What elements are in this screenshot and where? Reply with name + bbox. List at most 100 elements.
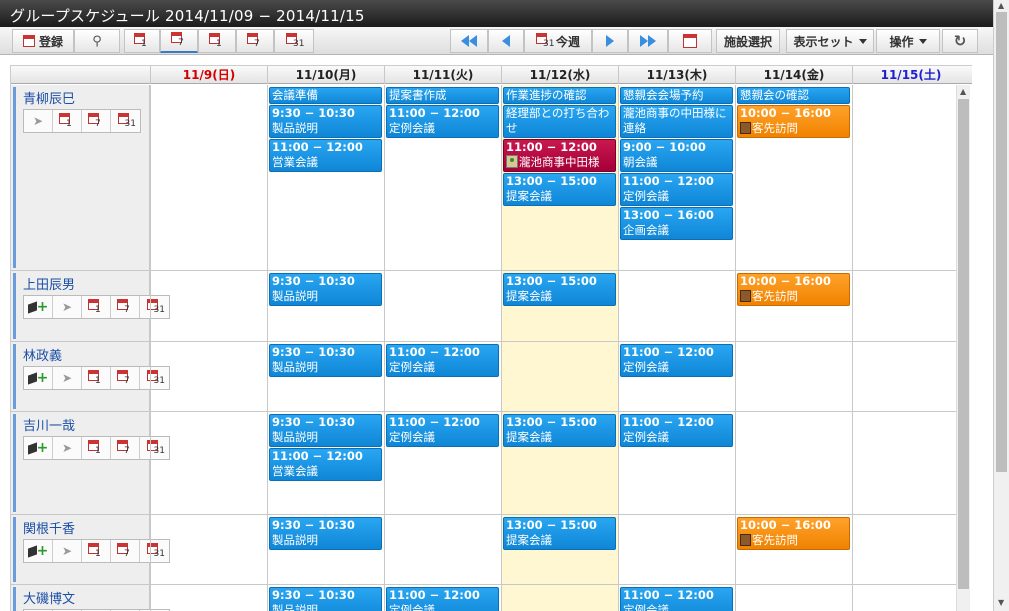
scrollbar-thumb[interactable] <box>996 12 1007 472</box>
schedule-event[interactable]: 11:00 − 12:00 定例会議 <box>386 414 499 447</box>
day-cell[interactable] <box>150 412 267 514</box>
prev-week-button[interactable] <box>450 29 488 53</box>
day-cell[interactable] <box>150 271 267 341</box>
day-cell[interactable] <box>501 342 618 411</box>
day-header[interactable]: 11/9(日) <box>150 66 267 84</box>
view-day-group-button[interactable]: 1 <box>124 29 160 53</box>
day-cell[interactable] <box>618 515 735 584</box>
schedule-event[interactable]: 13:00 − 15:00 提案会議 <box>503 517 616 550</box>
day-cell[interactable] <box>150 585 267 611</box>
day-cell[interactable] <box>735 342 852 411</box>
schedule-event[interactable]: 11:00 − 12:00 営業会議 <box>269 139 382 172</box>
schedule-event[interactable]: 10:00 − 16:00 客先訪問 <box>737 273 850 306</box>
facility-add-icon[interactable]: + <box>24 367 53 389</box>
schedule-event[interactable]: 提案書作成 <box>386 87 499 104</box>
send-message-icon[interactable]: ➤ <box>53 540 82 562</box>
day-cell[interactable] <box>150 342 267 411</box>
scrollbar-thumb[interactable] <box>958 99 969 589</box>
day-cell[interactable] <box>852 515 969 584</box>
schedule-event[interactable]: 13:00 − 15:00 提案会議 <box>503 173 616 206</box>
day-cell[interactable] <box>852 271 969 341</box>
calendar-day-icon[interactable]: 1 <box>53 110 82 132</box>
day-cell[interactable] <box>852 342 969 411</box>
schedule-event[interactable]: 13:00 − 15:00 提案会議 <box>503 273 616 306</box>
schedule-event[interactable]: 11:00 − 12:00 定例会議 <box>386 344 499 377</box>
calendar-month-icon[interactable]: 31 <box>111 110 140 132</box>
schedule-event[interactable]: 9:30 − 10:30 製品説明 <box>269 105 382 138</box>
user-name-link[interactable]: 林政義 <box>23 345 62 364</box>
schedule-event[interactable]: 11:00 − 12:00 定例会議 <box>620 173 733 206</box>
register-button[interactable]: 登録 <box>12 29 74 53</box>
day-cell[interactable] <box>735 585 852 611</box>
calendar-week-icon[interactable]: 7 <box>82 110 111 132</box>
schedule-event[interactable]: 11:00 − 12:00 瀧池商事中田様 <box>503 139 616 172</box>
schedule-event[interactable]: 9:30 − 10:30 製品説明 <box>269 414 382 447</box>
facility-add-icon[interactable]: + <box>24 540 53 562</box>
day-header[interactable]: 11/13(木) <box>618 66 735 84</box>
schedule-event[interactable]: 11:00 − 12:00 営業会議 <box>269 448 382 481</box>
schedule-event[interactable]: 11:00 − 12:00 定例会議 <box>386 105 499 138</box>
send-message-icon[interactable]: ➤ <box>24 110 53 132</box>
schedule-event[interactable]: 9:30 − 10:30 製品説明 <box>269 517 382 550</box>
schedule-event[interactable]: 10:00 − 16:00 客先訪問 <box>737 105 850 138</box>
user-name-link[interactable]: 青柳辰巳 <box>23 88 75 107</box>
scroll-up-icon[interactable]: ▲ <box>960 87 966 96</box>
view-week-group-button[interactable]: 7 <box>160 29 198 53</box>
day-cell[interactable] <box>852 412 969 514</box>
view-week-button[interactable]: 7 <box>236 29 274 53</box>
schedule-event[interactable]: 11:00 − 12:00 定例会議 <box>620 414 733 447</box>
day-cell[interactable] <box>852 85 969 270</box>
this-week-button[interactable]: 31 今週 <box>524 29 592 53</box>
calendar-day-icon[interactable]: 1 <box>82 540 111 562</box>
schedule-event[interactable]: 懇親会会場予約 <box>620 87 733 104</box>
calendar-week-icon[interactable]: 7 <box>111 296 140 318</box>
user-name-link[interactable]: 大磯博文 <box>23 588 75 607</box>
send-message-icon[interactable]: ➤ <box>53 296 82 318</box>
calendar-day-icon[interactable]: 1 <box>82 437 111 459</box>
day-cell[interactable] <box>852 585 969 611</box>
schedule-event[interactable]: 9:00 − 10:00 朝会議 <box>620 139 733 172</box>
date-picker-button[interactable] <box>668 29 712 53</box>
facility-add-icon[interactable]: + <box>24 437 53 459</box>
day-cell[interactable] <box>384 515 501 584</box>
scroll-down-icon[interactable]: ▼ <box>998 598 1004 607</box>
day-cell[interactable] <box>618 271 735 341</box>
day-header[interactable]: 11/14(金) <box>735 66 852 84</box>
next-day-button[interactable] <box>592 29 628 53</box>
calendar-week-icon[interactable]: 7 <box>111 437 140 459</box>
view-month-button[interactable]: 31 <box>274 29 314 53</box>
schedule-event[interactable]: 懇親会の確認 <box>737 87 850 104</box>
view-day-button[interactable]: 1 <box>198 29 236 53</box>
next-week-button[interactable] <box>628 29 668 53</box>
prev-day-button[interactable] <box>488 29 524 53</box>
schedule-event[interactable]: 9:30 − 10:30 製品説明 <box>269 273 382 306</box>
calendar-week-icon[interactable]: 7 <box>111 367 140 389</box>
scroll-up-icon[interactable]: ▲ <box>998 1 1004 10</box>
schedule-event[interactable]: 作業進捗の確認 <box>503 87 616 104</box>
facility-select-button[interactable]: 施設選択 <box>716 29 780 53</box>
schedule-event[interactable]: 9:30 − 10:30 製品説明 <box>269 344 382 377</box>
calendar-day-icon[interactable]: 1 <box>82 296 111 318</box>
grid-scrollbar[interactable]: ▲ <box>956 85 970 611</box>
search-button[interactable]: ⚲ <box>74 29 120 53</box>
schedule-event[interactable]: 10:00 − 16:00 客先訪問 <box>737 517 850 550</box>
schedule-event[interactable]: 経理部との打ち合わせ <box>503 105 616 138</box>
schedule-event[interactable]: 13:00 − 16:00 企画会議 <box>620 207 733 240</box>
calendar-day-icon[interactable]: 1 <box>82 367 111 389</box>
window-scrollbar[interactable]: ▲ ▼ <box>993 0 1009 611</box>
day-cell[interactable] <box>150 85 267 270</box>
operation-dropdown[interactable]: 操作 <box>876 29 940 53</box>
send-message-icon[interactable]: ➤ <box>53 437 82 459</box>
schedule-event[interactable]: 瀧池商事の中田様に連絡 <box>620 105 733 138</box>
schedule-event[interactable]: 11:00 − 12:00 定例会議 <box>620 344 733 377</box>
day-cell[interactable] <box>150 515 267 584</box>
schedule-event[interactable]: 13:00 − 15:00 提案会議 <box>503 414 616 447</box>
schedule-event[interactable]: 9:30 − 10:30 製品説明 <box>269 587 382 611</box>
day-header[interactable]: 11/11(火) <box>384 66 501 84</box>
user-name-link[interactable]: 吉川一哉 <box>23 415 75 434</box>
day-header[interactable]: 11/10(月) <box>267 66 384 84</box>
schedule-event[interactable]: 会議準備 <box>269 87 382 104</box>
user-name-link[interactable]: 上田辰男 <box>23 274 75 293</box>
schedule-event[interactable]: 11:00 − 12:00 定例会議 <box>620 587 733 611</box>
calendar-week-icon[interactable]: 7 <box>111 540 140 562</box>
